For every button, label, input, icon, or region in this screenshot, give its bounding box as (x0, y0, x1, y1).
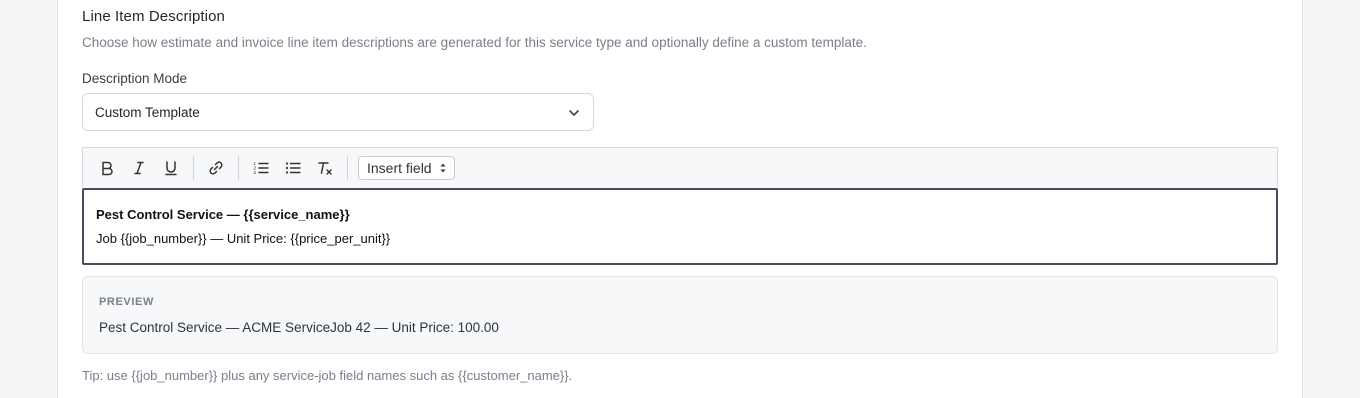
editor-toolbar: 1 2 3 Insert field (82, 147, 1278, 188)
editor-line-1: Pest Control Service — {{service_name}} (96, 207, 350, 222)
ordered-list-icon: 1 2 3 (254, 161, 269, 175)
section-description: Choose how estimate and invoice line ite… (82, 35, 867, 50)
description-mode-label: Description Mode (82, 71, 188, 86)
toolbar-divider (193, 156, 194, 180)
chevron-down-icon (569, 110, 579, 116)
italic-icon (134, 161, 144, 175)
rich-text-editor: 1 2 3 Insert field Pest Control Service … (82, 147, 1278, 265)
preview-text: Pest Control Service — ACME ServiceJob 4… (99, 320, 499, 335)
italic-button[interactable] (123, 152, 155, 184)
bold-button[interactable] (91, 152, 123, 184)
preview-label: PREVIEW (99, 296, 154, 308)
section-title: Line Item Description (82, 8, 225, 25)
link-icon (209, 161, 223, 175)
clear-format-icon (318, 162, 332, 175)
ordered-list-button[interactable]: 1 2 3 (245, 152, 277, 184)
svg-text:3: 3 (254, 170, 257, 175)
description-mode-value: Custom Template (95, 104, 200, 120)
clear-format-button[interactable] (309, 152, 341, 184)
underline-button[interactable] (155, 152, 187, 184)
select-arrows-icon (440, 163, 446, 173)
bullet-list-icon (285, 162, 301, 174)
description-mode-select[interactable]: Custom Template (82, 93, 594, 131)
insert-field-select[interactable]: Insert field (358, 156, 455, 180)
toolbar-divider (238, 156, 239, 180)
underline-icon (165, 161, 177, 176)
link-button[interactable] (200, 152, 232, 184)
bold-icon (102, 161, 113, 176)
editor-content[interactable]: Pest Control Service — {{service_name}} … (82, 188, 1278, 265)
toolbar-divider (347, 156, 348, 180)
insert-field-label: Insert field (367, 160, 432, 176)
editor-line-2: Job {{job_number}} — Unit Price: {{price… (96, 231, 391, 246)
bullet-list-button[interactable] (277, 152, 309, 184)
tip-text: Tip: use {{job_number}} plus any service… (82, 368, 573, 383)
preview-panel: PREVIEW Pest Control Service — ACME Serv… (82, 276, 1278, 354)
